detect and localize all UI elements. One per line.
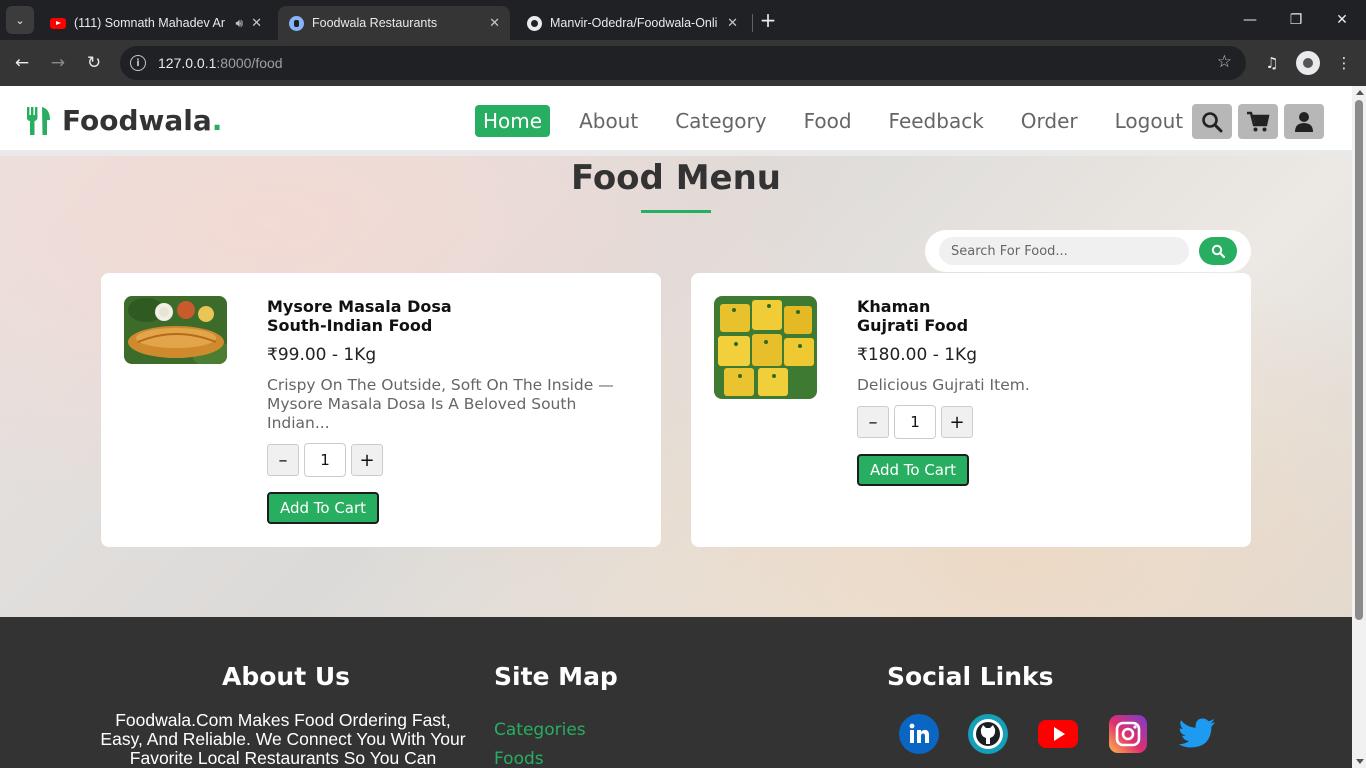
minimize-icon[interactable]: — <box>1230 6 1270 34</box>
linkedin-icon[interactable] <box>899 714 939 754</box>
decrease-button[interactable]: – <box>857 406 889 438</box>
increase-button[interactable]: + <box>351 444 383 476</box>
site-info-icon[interactable]: i <box>130 55 146 71</box>
food-name: Khaman Gujrati Food <box>857 297 969 335</box>
site-footer: About Us Foodwala.Com Makes Food Orderin… <box>0 617 1352 768</box>
footer-link-categories[interactable]: Categories <box>494 720 586 740</box>
tab-title: (111) Somnath Mahadev Ar <box>74 16 226 30</box>
menu-kebab-icon[interactable]: ⋮ <box>1332 51 1356 75</box>
nav-logout[interactable]: Logout <box>1107 105 1191 137</box>
footer-social-title: Social Links <box>887 662 1054 691</box>
window-close-icon[interactable]: ✕ <box>1322 6 1362 34</box>
food-price: ₹180.00 - 1Kg <box>857 345 977 365</box>
tab-foodwala[interactable]: Foodwala Restaurants ✕ <box>278 6 510 40</box>
profile-avatar[interactable] <box>1296 51 1320 75</box>
tab-youtube[interactable]: (111) Somnath Mahadev Ar 🔊︎ ✕ <box>40 6 272 40</box>
food-card: Khaman Gujrati Food ₹180.00 - 1Kg Delici… <box>691 273 1251 547</box>
search-button[interactable] <box>1199 237 1237 265</box>
scroll-up-icon[interactable] <box>1356 90 1364 95</box>
quantity-input[interactable]: 1 <box>304 443 346 477</box>
address-bar[interactable]: i 127.0.0.1:8000/food ☆ <box>120 46 1246 80</box>
reload-icon[interactable]: ↻ <box>80 49 108 77</box>
food-card: Mysore Masala Dosa South-Indian Food ₹99… <box>101 273 661 547</box>
food-description: Delicious Gujrati Item. <box>857 376 1030 394</box>
tab-strip: ⌄ (111) Somnath Mahadev Ar 🔊︎ ✕ Foodwala… <box>0 0 1366 40</box>
site-logo[interactable]: Foodwala. <box>26 104 222 137</box>
footer-link-foods[interactable]: Foods <box>494 749 544 768</box>
logo-text: Foodwala <box>62 104 212 137</box>
quantity-stepper: – 1 + <box>267 443 383 477</box>
bookmark-star-icon[interactable]: ☆ <box>1217 52 1232 72</box>
forward-icon[interactable]: → <box>44 49 72 77</box>
scroll-thumb[interactable] <box>1355 100 1363 620</box>
tab-github[interactable]: Manvir-Odedra/Foodwala-Onli ✕ <box>516 6 748 40</box>
nav-order[interactable]: Order <box>1013 105 1086 137</box>
nav-home[interactable]: Home <box>475 105 551 137</box>
new-tab-button[interactable]: + <box>756 8 780 32</box>
site-header: Foodwala. Home About Category Food Feedb… <box>0 86 1352 156</box>
url-text: 127.0.0.1:8000/food <box>158 55 283 71</box>
nav-food[interactable]: Food <box>796 105 860 137</box>
github-icon <box>526 15 542 31</box>
tab-title: Manvir-Odedra/Foodwala-Onli <box>550 16 718 30</box>
scroll-down-icon[interactable] <box>1356 759 1364 764</box>
food-search-form <box>925 230 1251 272</box>
media-control-icon[interactable]: ♫ <box>1260 51 1284 75</box>
browser-toolbar: ← → ↻ i 127.0.0.1:8000/food ☆ ♫ ⋮ <box>0 40 1366 86</box>
search-icon[interactable] <box>1192 104 1232 139</box>
youtube-icon[interactable] <box>1038 714 1078 754</box>
food-image-dosa <box>124 296 227 364</box>
nav-about[interactable]: About <box>571 105 646 137</box>
add-to-cart-button[interactable]: Add To Cart <box>857 454 969 486</box>
youtube-icon <box>50 15 66 31</box>
food-description: Crispy On The Outside, Soft On The Insid… <box>267 376 614 432</box>
cart-icon[interactable] <box>1238 104 1278 139</box>
restore-icon[interactable]: ❐ <box>1276 6 1316 34</box>
tab-search-button[interactable]: ⌄ <box>6 6 34 34</box>
github-icon[interactable] <box>968 714 1008 754</box>
search-input[interactable] <box>939 237 1189 265</box>
food-image-khaman <box>714 296 817 399</box>
decrease-button[interactable]: – <box>267 444 299 476</box>
logo-dot: . <box>211 104 223 137</box>
quantity-stepper: – 1 + <box>857 405 973 439</box>
footer-about-text: Foodwala.Com Makes Food Ordering Fast, E… <box>100 710 466 768</box>
main-nav: Home About Category Food Feedback Order … <box>475 105 1212 137</box>
instagram-icon[interactable] <box>1108 714 1148 754</box>
food-price: ₹99.00 - 1Kg <box>267 345 377 365</box>
nav-feedback[interactable]: Feedback <box>881 105 992 137</box>
nav-category[interactable]: Category <box>667 105 774 137</box>
close-icon[interactable]: ✕ <box>251 15 262 31</box>
close-icon[interactable]: ✕ <box>727 15 738 31</box>
twitter-icon[interactable] <box>1177 714 1217 754</box>
page-viewport: Foodwala. Home About Category Food Feedb… <box>0 86 1352 768</box>
utensils-icon <box>27 106 50 135</box>
food-name: Mysore Masala Dosa South-Indian Food <box>267 297 452 335</box>
increase-button[interactable]: + <box>941 406 973 438</box>
quantity-input[interactable]: 1 <box>894 405 936 439</box>
search-icon <box>1211 244 1225 258</box>
tab-title: Foodwala Restaurants <box>312 16 438 30</box>
page-scrollbar[interactable] <box>1352 86 1366 768</box>
add-to-cart-button[interactable]: Add To Cart <box>267 492 379 524</box>
site-icon <box>288 15 304 31</box>
audio-icon[interactable]: 🔊︎ <box>236 16 244 31</box>
back-icon[interactable]: ← <box>8 49 36 77</box>
footer-sitemap-title: Site Map <box>494 662 618 691</box>
user-icon[interactable] <box>1284 104 1324 139</box>
close-icon[interactable]: ✕ <box>489 15 500 31</box>
footer-about-title: About Us <box>222 662 351 691</box>
page-title: Food Menu <box>570 158 782 198</box>
title-underline <box>641 210 711 213</box>
tab-separator <box>752 14 753 32</box>
